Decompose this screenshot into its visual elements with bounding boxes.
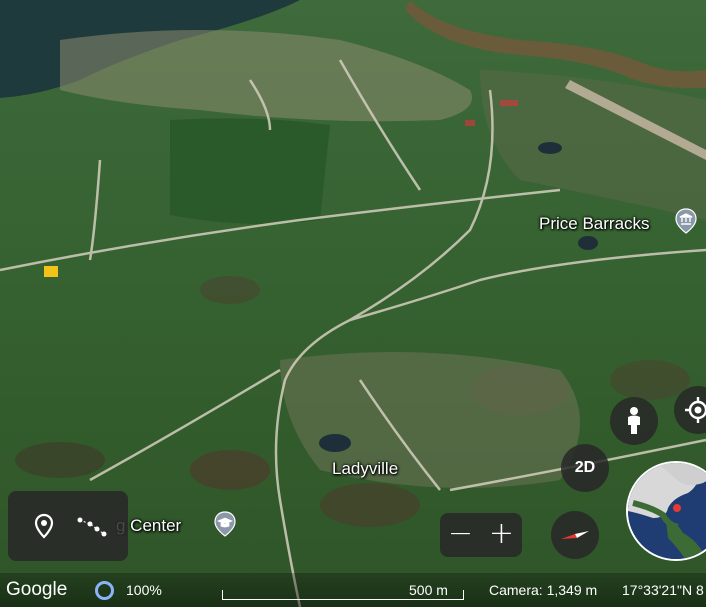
- add-placemark-button[interactable]: [24, 506, 64, 546]
- zoom-in-button[interactable]: +: [484, 517, 520, 553]
- zoom-out-button[interactable]: −: [443, 517, 479, 553]
- view-2d-toggle[interactable]: 2D: [561, 444, 609, 492]
- museum-pin-icon[interactable]: [675, 208, 697, 234]
- pegman-icon: [628, 407, 640, 434]
- google-logo: Google: [6, 579, 68, 600]
- compass-icon: [561, 531, 589, 539]
- loading-percent: 100%: [126, 582, 162, 598]
- camera-altitude: Camera: 1,349 m: [489, 582, 598, 598]
- measure-distance-button[interactable]: [72, 506, 112, 546]
- pegman-button[interactable]: [610, 397, 658, 445]
- school-pin-icon[interactable]: [214, 511, 236, 537]
- loading-indicator-icon: [95, 581, 114, 600]
- place-label-ladyville[interactable]: Ladyville: [332, 459, 398, 479]
- coordinates-readout: 17°33'21"N 8: [622, 582, 704, 598]
- place-label-price-barracks[interactable]: Price Barracks: [539, 214, 650, 234]
- status-bar: Google 100% 500 m Camera: 1,349 m 17°33'…: [0, 573, 706, 607]
- place-marker-icon: [34, 513, 54, 539]
- globe-location-marker: [673, 504, 681, 512]
- scale-label: 500 m: [409, 582, 448, 598]
- compass-button[interactable]: [551, 511, 599, 559]
- tools-panel: [8, 491, 128, 561]
- zoom-controls: − +: [440, 513, 522, 557]
- measure-path-icon: [77, 517, 107, 537]
- view-2d-label: 2D: [574, 459, 596, 476]
- my-location-icon: [685, 397, 706, 423]
- globe-map: [628, 463, 706, 559]
